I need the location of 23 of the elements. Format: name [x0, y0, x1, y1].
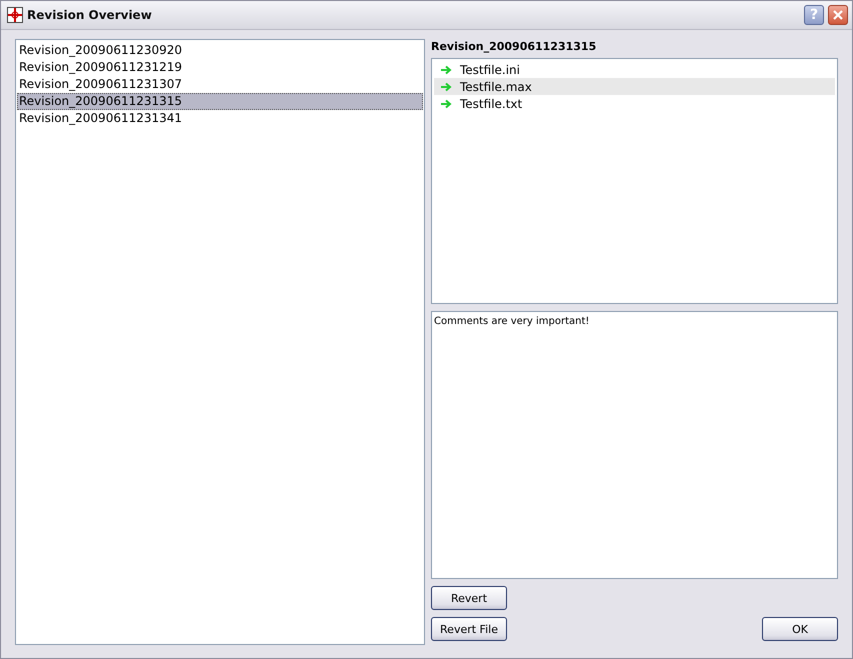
ok-button[interactable]: OK [762, 617, 838, 641]
revision-item[interactable]: Revision_20090611231315 [17, 93, 423, 110]
file-item[interactable]: Testfile.max [434, 78, 835, 95]
file-name: Testfile.max [460, 80, 532, 94]
revision-item[interactable]: Revision_20090611231307 [17, 76, 423, 93]
file-item[interactable]: Testfile.txt [434, 95, 835, 112]
file-item[interactable]: Testfile.ini [434, 61, 835, 78]
file-name: Testfile.txt [460, 96, 522, 110]
arrow-icon [440, 82, 452, 92]
close-icon [832, 9, 844, 21]
revision-title: Revision_20090611231315 [431, 39, 598, 55]
revision-item[interactable]: Revision_20090611230920 [17, 42, 423, 59]
close-button[interactable] [828, 5, 848, 25]
revision-item[interactable]: Revision_20090611231219 [17, 59, 423, 76]
window-title: Revision Overview [27, 8, 153, 22]
app-icon [7, 7, 23, 23]
revert-file-button[interactable]: Revert File [431, 617, 507, 641]
arrow-icon [440, 98, 452, 108]
revert-button[interactable]: Revert [431, 586, 507, 610]
arrow-icon [440, 64, 452, 74]
comment-field[interactable]: Comments are very important! [431, 311, 838, 579]
file-name: Testfile.ini [460, 62, 520, 76]
revision-item[interactable]: Revision_20090611231341 [17, 110, 423, 127]
